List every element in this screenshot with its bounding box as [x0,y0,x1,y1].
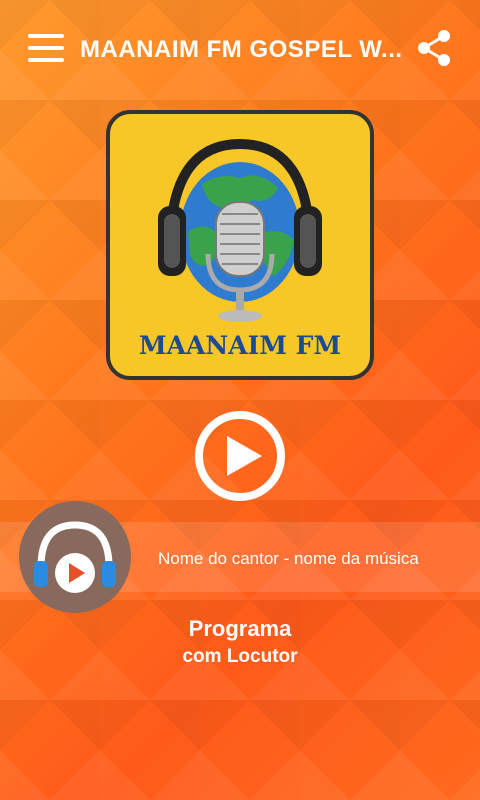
share-icon[interactable] [414,28,454,68]
app-title: MAANAIM FM GOSPEL W... [80,36,403,63]
program-host: com Locutor [182,646,298,667]
track-info: Nome do cantor - nome da música [158,549,419,568]
headphones-play-icon [34,521,116,593]
avatar [19,501,131,613]
top-app-bar: MAANAIM FM GOSPEL W... [0,0,480,100]
program-name: Programa [188,616,292,641]
play-icon [195,411,285,501]
play-button[interactable] [194,410,286,502]
logo-text: MAANAIM FM [138,331,342,360]
hamburger-menu-icon[interactable] [28,34,64,64]
station-logo: MAANAIM FM [106,110,374,380]
